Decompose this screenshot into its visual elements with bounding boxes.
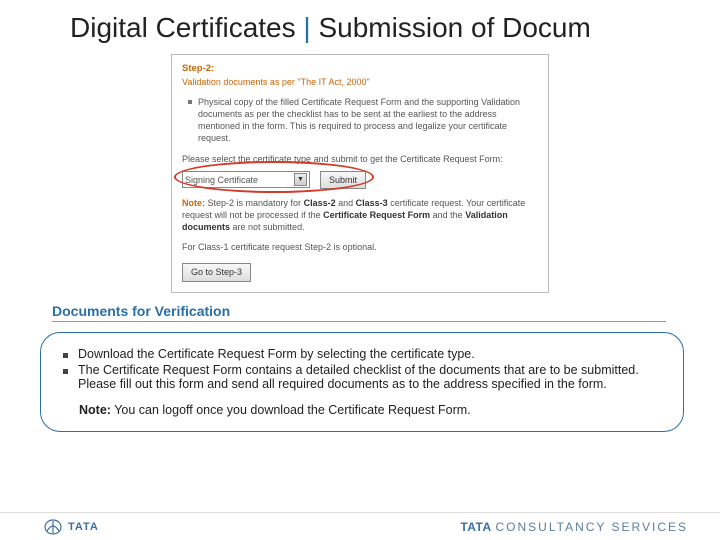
- title-right: Submission of Docum: [318, 12, 590, 43]
- slide-title: Digital Certificates | Submission of Doc…: [0, 0, 720, 52]
- select-instruction: Please select the certificate type and s…: [182, 153, 538, 165]
- info-note: Note: You can logoff once you download t…: [79, 403, 665, 417]
- step-label: Step-2:: [182, 63, 538, 76]
- bullet-marker: [63, 369, 68, 374]
- title-separator: |: [303, 12, 310, 43]
- info-bullet-2: The Certificate Request Form contains a …: [78, 363, 665, 391]
- step-subtitle: Validation documents as per "The IT Act,…: [182, 76, 538, 88]
- info-note-text: You can logoff once you download the Cer…: [114, 403, 470, 417]
- info-list: Download the Certificate Request Form by…: [63, 347, 665, 391]
- bullet-marker: [188, 100, 192, 104]
- tata-logo: TATA: [44, 519, 99, 535]
- screenshot-note: Note: Step-2 is mandatory for Class-2 an…: [182, 197, 538, 233]
- goto-step3-button[interactable]: Go to Step-3: [182, 263, 251, 281]
- footer: TATA TATA CONSULTANCY SERVICES: [0, 512, 720, 540]
- list-item: The Certificate Request Form contains a …: [63, 363, 665, 391]
- chevron-down-icon: ▼: [294, 173, 307, 186]
- info-box: Download the Certificate Request Form by…: [40, 332, 684, 432]
- title-left: Digital Certificates: [70, 12, 296, 43]
- tata-mark-icon: [44, 519, 62, 535]
- certificate-type-select[interactable]: Signing Certificate ▼: [182, 171, 310, 188]
- tata-text: TATA: [68, 521, 99, 533]
- tcs-light: CONSULTANCY SERVICES: [496, 520, 688, 534]
- class1-note: For Class-1 certificate request Step-2 i…: [182, 241, 538, 253]
- bullet-marker: [63, 353, 68, 358]
- bullet-text: Physical copy of the filled Certificate …: [198, 96, 538, 145]
- section-header: Documents for Verification: [52, 303, 666, 322]
- select-value: Signing Certificate: [185, 174, 258, 186]
- tcs-logo: TATA CONSULTANCY SERVICES: [460, 520, 688, 534]
- note-label: Note:: [182, 198, 205, 208]
- embedded-screenshot: Step-2: Validation documents as per "The…: [171, 54, 549, 293]
- info-note-label: Note:: [79, 403, 111, 417]
- select-row: Signing Certificate ▼ Submit: [182, 171, 538, 189]
- submit-button[interactable]: Submit: [320, 171, 366, 189]
- tcs-bold: TATA: [460, 520, 491, 534]
- info-bullet-1: Download the Certificate Request Form by…: [78, 347, 475, 361]
- screenshot-bullet: Physical copy of the filled Certificate …: [188, 96, 538, 145]
- list-item: Download the Certificate Request Form by…: [63, 347, 665, 361]
